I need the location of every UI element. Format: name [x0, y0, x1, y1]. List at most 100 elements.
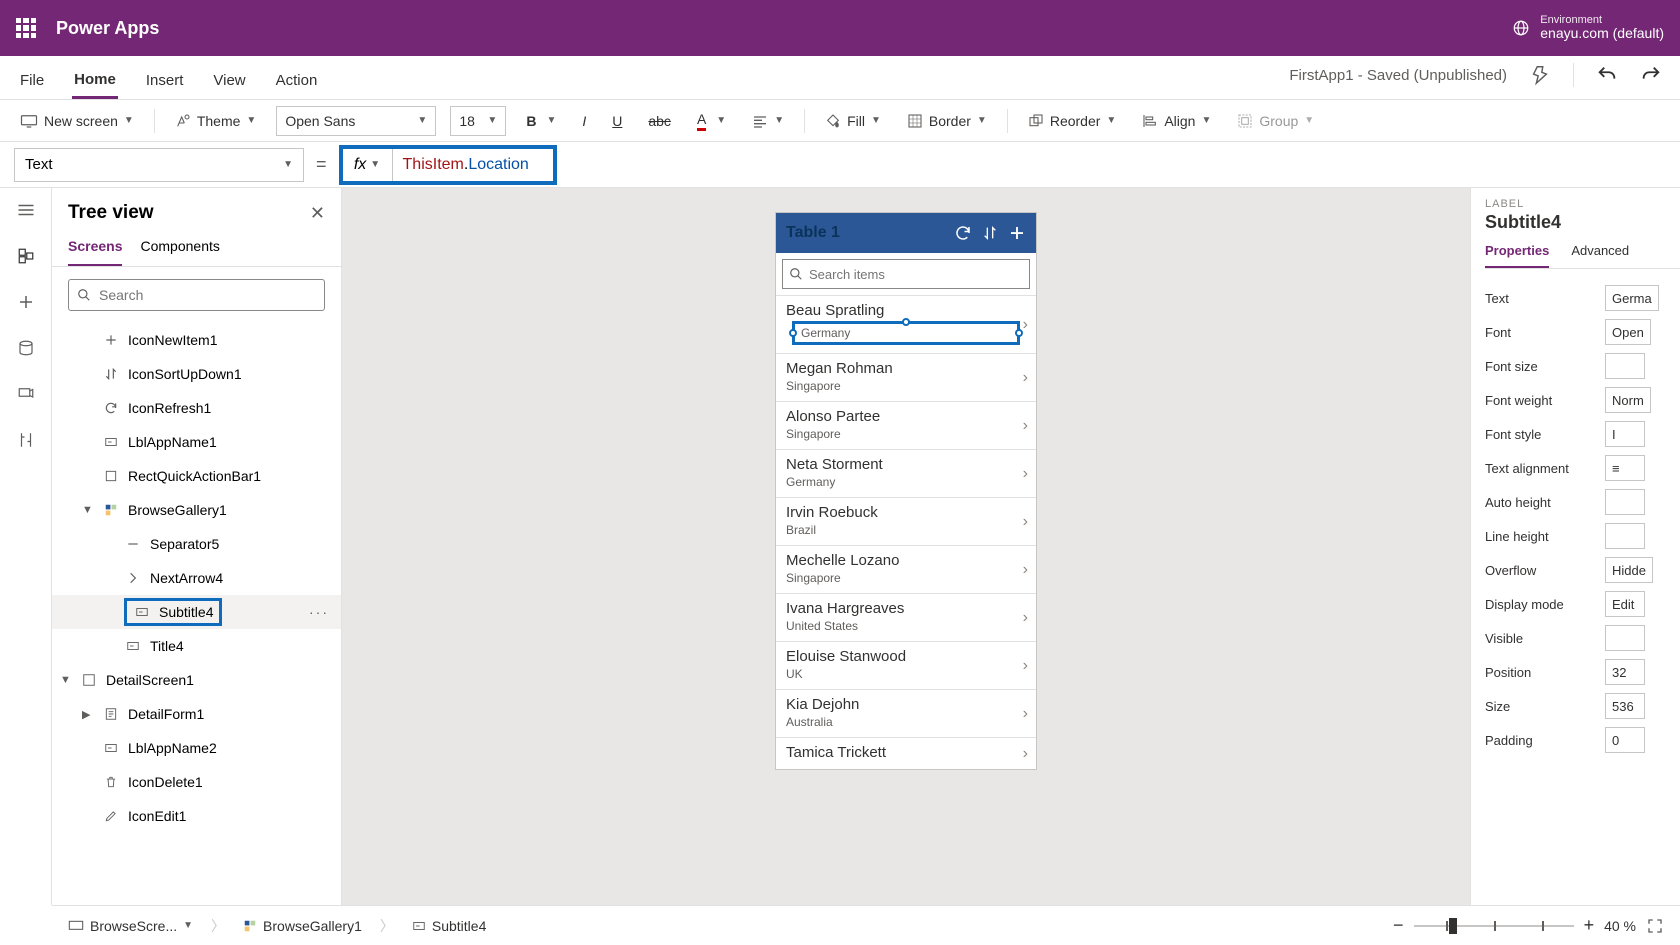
- selected-subtitle[interactable]: Germany: [792, 321, 1020, 345]
- chevron-right-icon[interactable]: ›: [1023, 465, 1028, 483]
- property-value[interactable]: 32: [1605, 659, 1645, 685]
- phone-screen[interactable]: Table 1 Beau SpratlingGermany›Megan Rohm…: [775, 212, 1037, 770]
- font-color-button[interactable]: A▼: [691, 107, 732, 135]
- font-name-select[interactable]: Open Sans ▼: [276, 106, 436, 136]
- property-value[interactable]: [1605, 625, 1645, 651]
- tree-item[interactable]: IconEdit1: [52, 799, 341, 833]
- tab-properties[interactable]: Properties: [1485, 243, 1549, 268]
- property-value[interactable]: Open: [1605, 319, 1651, 345]
- menu-file[interactable]: File: [18, 72, 46, 99]
- tree-list[interactable]: IconNewItem1IconSortUpDown1IconRefresh1 L…: [52, 323, 341, 905]
- menu-home[interactable]: Home: [72, 71, 118, 99]
- tree-item[interactable]: Subtitle4···: [52, 595, 341, 629]
- zoom-in-button[interactable]: +: [1584, 915, 1595, 936]
- breadcrumb-subtitle[interactable]: Subtitle4: [412, 918, 486, 934]
- gallery-item[interactable]: Neta StormentGermany›: [776, 449, 1036, 497]
- phone-search-input[interactable]: [809, 267, 1023, 282]
- tab-components[interactable]: Components: [140, 232, 219, 266]
- add-icon[interactable]: [1008, 224, 1026, 242]
- expand-icon[interactable]: ▼: [82, 504, 93, 516]
- property-selector[interactable]: Text ▼: [14, 148, 304, 182]
- tree-item[interactable]: IconRefresh1: [52, 391, 341, 425]
- gallery-item[interactable]: Elouise StanwoodUK›: [776, 641, 1036, 689]
- breadcrumb-screen[interactable]: BrowseScre... ▼: [68, 918, 193, 934]
- underline-button[interactable]: U: [606, 109, 628, 133]
- property-value[interactable]: Norm: [1605, 387, 1651, 413]
- zoom-out-button[interactable]: −: [1393, 915, 1404, 936]
- rail-insert-icon[interactable]: [16, 292, 36, 312]
- tree-item[interactable]: Title4: [52, 629, 341, 663]
- chevron-right-icon[interactable]: ›: [1023, 369, 1028, 387]
- align-button[interactable]: Align ▼: [1136, 109, 1217, 133]
- tree-item[interactable]: IconSortUpDown1: [52, 357, 341, 391]
- tree-item[interactable]: ▶DetailForm1: [52, 697, 341, 731]
- gallery-item[interactable]: Megan RohmanSingapore›: [776, 353, 1036, 401]
- rail-data-icon[interactable]: [16, 338, 36, 358]
- formula-bar[interactable]: fx ▼ ThisItem.Location: [339, 145, 557, 185]
- property-value[interactable]: I: [1605, 421, 1645, 447]
- tree-search-input[interactable]: [99, 287, 316, 303]
- environment-picker[interactable]: Environment enayu.com (default): [1512, 14, 1664, 41]
- property-value[interactable]: 536: [1605, 693, 1645, 719]
- gallery-item[interactable]: Kia DejohnAustralia›: [776, 689, 1036, 737]
- tree-item[interactable]: ▼DetailScreen1: [52, 663, 341, 697]
- phone-search[interactable]: [782, 259, 1030, 289]
- browse-gallery[interactable]: Beau SpratlingGermany›Megan RohmanSingap…: [776, 295, 1036, 769]
- text-align-button[interactable]: ▼: [746, 110, 790, 132]
- expand-icon[interactable]: ▶: [82, 708, 90, 721]
- tab-advanced[interactable]: Advanced: [1571, 243, 1629, 268]
- italic-button[interactable]: I: [576, 109, 592, 133]
- new-screen-button[interactable]: New screen ▼: [14, 109, 140, 133]
- menu-action[interactable]: Action: [274, 72, 320, 99]
- group-button[interactable]: Group ▼: [1231, 109, 1320, 133]
- tree-item[interactable]: NextArrow4: [52, 561, 341, 595]
- tree-item[interactable]: ▼BrowseGallery1: [52, 493, 341, 527]
- more-icon[interactable]: ···: [309, 604, 329, 620]
- redo-button[interactable]: [1640, 64, 1662, 86]
- tree-item[interactable]: LblAppName2: [52, 731, 341, 765]
- app-checker-icon[interactable]: [1529, 64, 1551, 86]
- chevron-right-icon[interactable]: ›: [1023, 609, 1028, 627]
- rail-hamburger-icon[interactable]: [16, 200, 36, 220]
- chevron-right-icon[interactable]: ›: [1023, 561, 1028, 579]
- property-value[interactable]: 0: [1605, 727, 1645, 753]
- bold-button[interactable]: B▼: [520, 109, 562, 133]
- reorder-button[interactable]: Reorder ▼: [1022, 109, 1123, 133]
- gallery-item[interactable]: Alonso ParteeSingapore›: [776, 401, 1036, 449]
- property-value[interactable]: [1605, 353, 1645, 379]
- expand-icon[interactable]: ▼: [60, 674, 71, 686]
- property-value[interactable]: Hidde: [1605, 557, 1653, 583]
- chevron-right-icon[interactable]: ›: [1023, 705, 1028, 723]
- tree-search[interactable]: [68, 279, 325, 311]
- tree-item[interactable]: IconNewItem1: [52, 323, 341, 357]
- theme-button[interactable]: Theme ▼: [169, 109, 262, 133]
- tree-item[interactable]: Separator5: [52, 527, 341, 561]
- fill-button[interactable]: Fill ▼: [819, 109, 887, 133]
- border-button[interactable]: Border ▼: [901, 109, 993, 133]
- app-launcher-icon[interactable]: [16, 18, 36, 38]
- chevron-right-icon[interactable]: ›: [1023, 316, 1028, 334]
- rail-tools-icon[interactable]: [16, 430, 36, 450]
- tree-item[interactable]: RectQuickActionBar1: [52, 459, 341, 493]
- property-value[interactable]: [1605, 489, 1645, 515]
- property-value[interactable]: Germa: [1605, 285, 1659, 311]
- strikethrough-button[interactable]: abc: [642, 109, 677, 133]
- sort-icon[interactable]: [982, 224, 998, 242]
- gallery-item[interactable]: Beau SpratlingGermany›: [776, 295, 1036, 353]
- fit-to-screen-button[interactable]: [1646, 917, 1664, 935]
- chevron-right-icon[interactable]: ›: [1023, 417, 1028, 435]
- gallery-item[interactable]: Mechelle LozanoSingapore›: [776, 545, 1036, 593]
- canvas[interactable]: Table 1 Beau SpratlingGermany›Megan Rohm…: [342, 188, 1470, 905]
- fx-button[interactable]: fx ▼: [343, 149, 393, 181]
- gallery-item[interactable]: Tamica Trickett›: [776, 737, 1036, 769]
- font-size-select[interactable]: 18 ▼: [450, 106, 506, 136]
- undo-button[interactable]: [1596, 64, 1618, 86]
- rail-tree-icon[interactable]: [16, 246, 36, 266]
- tab-screens[interactable]: Screens: [68, 232, 122, 266]
- chevron-right-icon[interactable]: ›: [1023, 745, 1028, 763]
- chevron-right-icon[interactable]: ›: [1023, 513, 1028, 531]
- tree-item[interactable]: IconDelete1: [52, 765, 341, 799]
- formula-input[interactable]: ThisItem.Location: [393, 149, 553, 181]
- gallery-item[interactable]: Irvin RoebuckBrazil›: [776, 497, 1036, 545]
- gallery-item[interactable]: Ivana HargreavesUnited States›: [776, 593, 1036, 641]
